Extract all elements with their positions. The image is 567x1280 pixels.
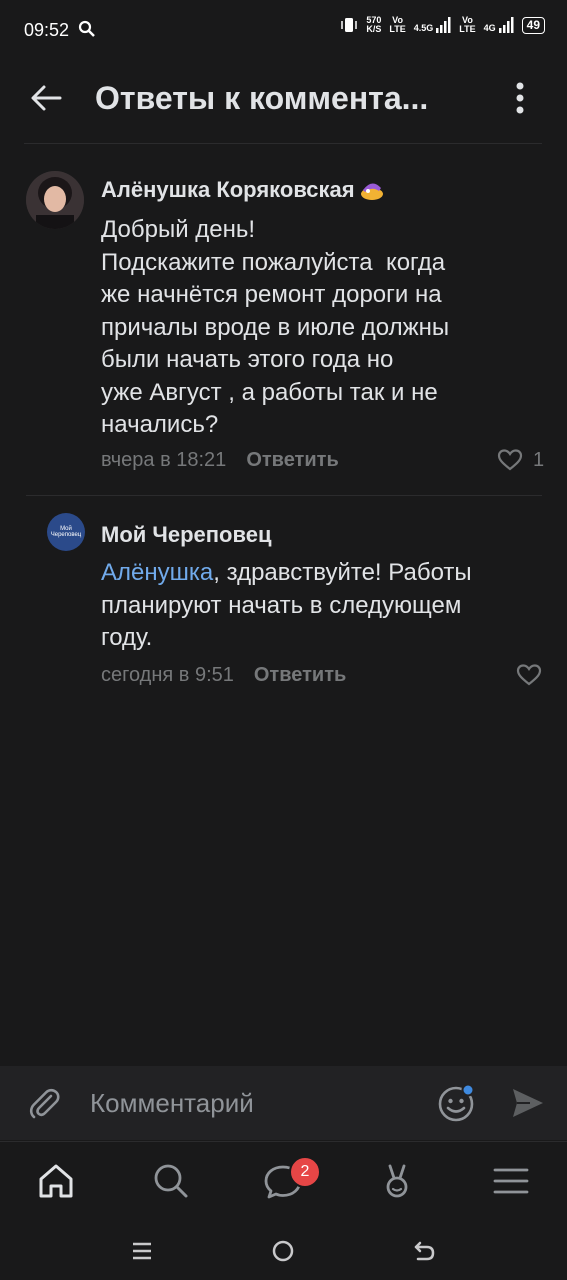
net-speed: 570 K/S — [366, 16, 381, 34]
signal-1: 4.5G — [414, 17, 452, 33]
heart-icon[interactable] — [516, 663, 542, 687]
status-time: 09:52 — [24, 20, 70, 40]
reply-author[interactable]: Мой Череповец — [101, 522, 272, 548]
comment-divider — [26, 495, 542, 496]
battery-icon: 49 — [521, 16, 545, 34]
reply-button[interactable]: Ответить — [246, 449, 338, 472]
menu-icon[interactable] — [490, 1160, 532, 1202]
home-icon[interactable] — [35, 1160, 77, 1202]
search-icon[interactable] — [150, 1160, 192, 1202]
emoji-icon[interactable] — [436, 1082, 478, 1124]
reply-text: Алёнушка, здравствуйте! Работы планируют… — [101, 559, 472, 651]
comment-author-row: Алёнушка Коряковская — [101, 177, 385, 203]
system-nav-bar — [0, 1223, 567, 1280]
signal-bars-icon — [498, 17, 514, 33]
comment-input-bar: Комментарий — [0, 1066, 567, 1140]
more-vertical-icon[interactable] — [505, 80, 535, 116]
back-arrow-icon[interactable] — [28, 80, 64, 116]
bottom-tab-bar — [0, 1141, 567, 1224]
reply-button[interactable]: Ответить — [254, 664, 346, 687]
clips-icon[interactable] — [376, 1160, 418, 1202]
comment-time: вчера в 18:21 — [101, 449, 227, 471]
user-photo-icon — [26, 171, 84, 229]
comment-input[interactable]: Комментарий — [90, 1088, 254, 1119]
header-divider — [24, 143, 542, 144]
like-button[interactable]: 1 — [497, 448, 544, 472]
comment-meta: вчера в 18:21 Ответить — [101, 449, 339, 472]
mention-link[interactable]: Алёнушка — [101, 559, 213, 586]
status-icons: 570 K/S Vo LTE 4.5G Vo LTE 4G 49 — [340, 16, 545, 34]
net-speed-unit: K/S — [366, 24, 382, 34]
reply-meta: сегодня в 9:51 Ответить — [101, 664, 346, 687]
messages-badge: 2 — [289, 1156, 321, 1188]
back-button-icon[interactable] — [410, 1237, 438, 1265]
page-title: Ответы к коммента... — [95, 80, 429, 116]
comment-author[interactable]: Алёнушка Коряковская — [101, 177, 355, 203]
recent-apps-icon[interactable] — [128, 1237, 156, 1265]
emoji-status-icon — [360, 183, 383, 200]
reply-time: сегодня в 9:51 — [101, 664, 234, 686]
like-count: 1 — [533, 448, 545, 471]
volte-1: Vo LTE — [389, 15, 406, 34]
search-icon — [78, 20, 95, 37]
volte-2: Vo LTE — [459, 15, 476, 34]
signal-bars-icon — [436, 17, 451, 33]
signal-2: 4G — [484, 17, 514, 33]
heart-icon — [497, 449, 523, 471]
comment-text: Добрый день! Подскажите пожалуйста когда… — [101, 216, 450, 438]
vibrate-icon — [341, 18, 358, 32]
group-avatar[interactable]: Мой Череповец — [47, 513, 85, 551]
send-icon[interactable] — [510, 1086, 546, 1120]
paperclip-icon[interactable] — [26, 1084, 64, 1122]
home-button-icon[interactable] — [269, 1237, 297, 1265]
group-avatar-text: Мой Череповец — [50, 526, 82, 538]
avatar[interactable] — [26, 171, 84, 229]
status-bar: 09:52 570 K/S Vo LTE 4.5G Vo LTE 4G 49 — [0, 0, 567, 62]
